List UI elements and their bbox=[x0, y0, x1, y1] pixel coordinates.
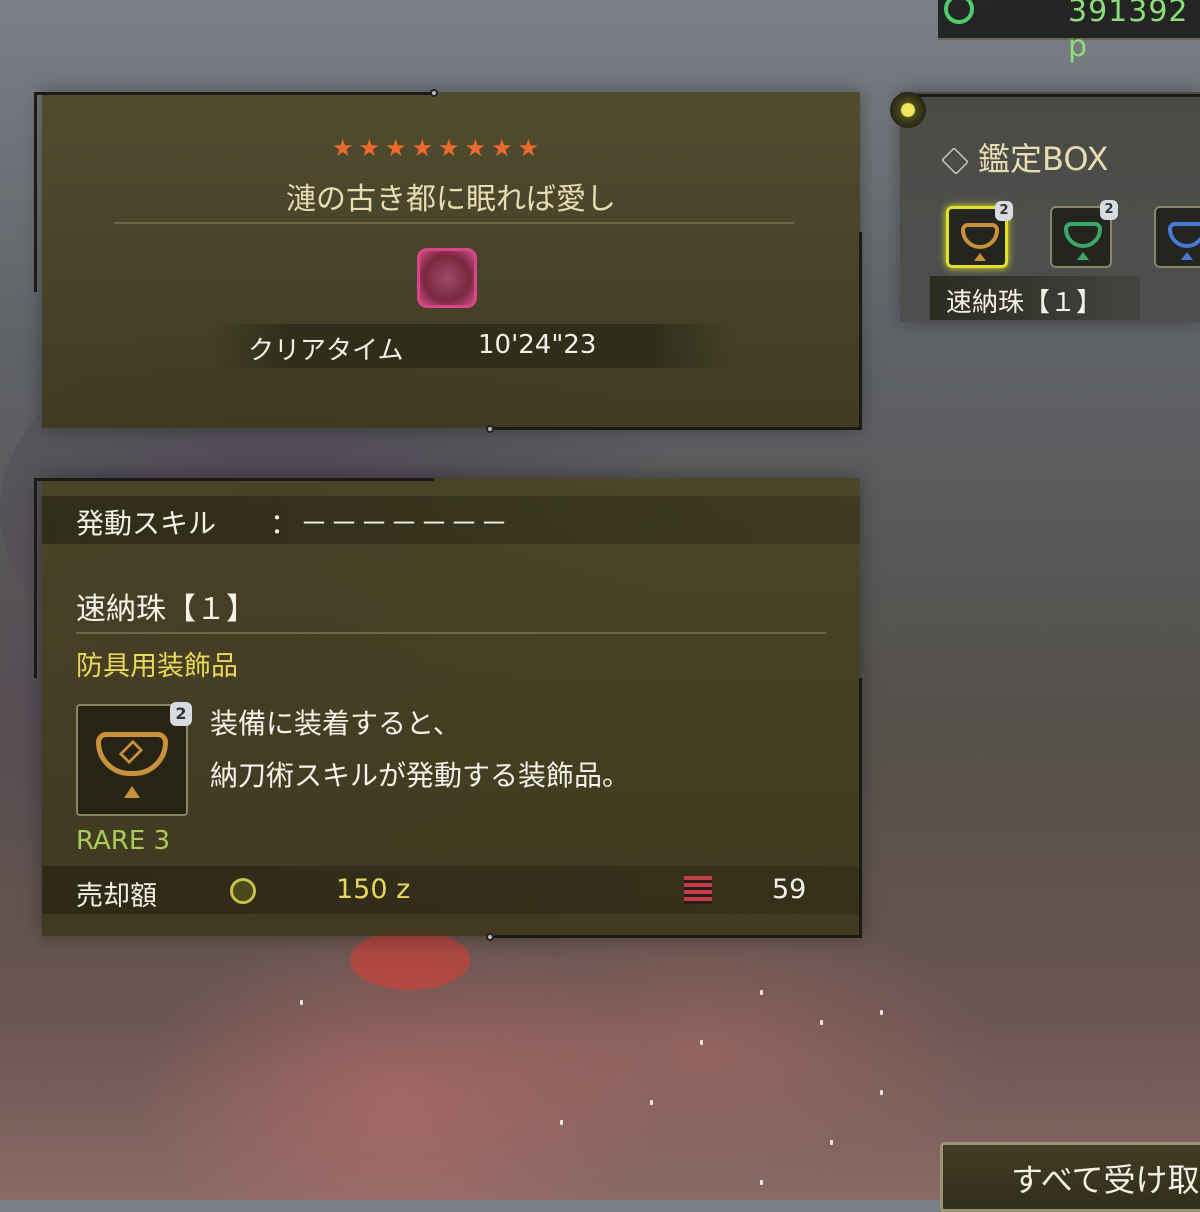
active-skill-row: 発動スキル ：－－－－－－－ bbox=[42, 496, 860, 544]
receive-all-label: すべて受け取る bbox=[1011, 1161, 1200, 1199]
active-skill-label: 発動スキル bbox=[76, 507, 217, 540]
decoration-gem-icon bbox=[96, 732, 168, 776]
appraisal-icon bbox=[941, 147, 969, 175]
appraisal-box-panel: 鑑定BOX 2 2 速納珠【１】 bbox=[890, 92, 1200, 322]
frame-dot bbox=[430, 89, 438, 97]
spark bbox=[300, 1000, 303, 1005]
sell-price-value: 150 z bbox=[336, 874, 411, 905]
quest-result-panel: ★★★★★★★★ 漣の古き都に眠れば愛し クリアタイム 10'24"23 bbox=[34, 89, 862, 433]
frame-right-border bbox=[859, 232, 862, 428]
decoration-gem-icon bbox=[1168, 222, 1200, 248]
name-divider bbox=[76, 632, 826, 634]
spark bbox=[760, 1180, 763, 1185]
decoration-gem-icon bbox=[1064, 222, 1102, 248]
quest-title: 漣の古き都に眠れば愛し bbox=[286, 182, 616, 217]
gem-stand-icon bbox=[1077, 252, 1089, 260]
background-fire-glow bbox=[350, 930, 470, 990]
currency-value: 391392 p bbox=[1068, 0, 1189, 64]
frame-top-border bbox=[910, 94, 1200, 97]
frame-dot bbox=[486, 425, 494, 433]
receive-all-button[interactable]: すべて受け取る bbox=[940, 1142, 1200, 1212]
count-badge: 2 bbox=[1100, 200, 1118, 220]
item-name: 速納珠【１】 bbox=[76, 592, 256, 627]
difficulty-stars: ★★★★★★★★ bbox=[332, 134, 545, 162]
spark bbox=[700, 1040, 703, 1045]
selected-item-label: 速納珠【１】 bbox=[946, 288, 1103, 318]
active-skill-value: ：－－－－－－－ bbox=[270, 507, 511, 540]
sun-ornament-icon bbox=[890, 92, 926, 128]
frame-bottom-border bbox=[492, 427, 862, 430]
zenny-icon bbox=[230, 878, 256, 904]
clear-time-row: クリアタイム 10'24"23 bbox=[212, 324, 732, 368]
spark bbox=[880, 1010, 883, 1015]
decoration-gem-icon bbox=[961, 223, 999, 249]
points-value: 59 bbox=[772, 874, 807, 905]
item-rarity: RARE 3 bbox=[76, 826, 171, 856]
item-detail-panel: 発動スキル ：－－－－－－－ 速納珠【１】 防具用装飾品 2 装備に装着すると、… bbox=[34, 478, 862, 941]
clear-time-value: 10'24"23 bbox=[478, 330, 597, 360]
gem-stand-icon bbox=[974, 253, 986, 261]
frame-bottom-border bbox=[492, 935, 862, 938]
clear-time-label: クリアタイム bbox=[248, 336, 404, 366]
spark bbox=[760, 990, 763, 995]
appraisal-box-title: 鑑定BOX bbox=[978, 140, 1109, 178]
frame-top-border bbox=[34, 478, 434, 481]
item-type: 防具用装飾品 bbox=[76, 651, 238, 682]
frame-left-border bbox=[34, 478, 37, 678]
sell-price-label: 売却額 bbox=[76, 881, 157, 912]
sell-price-row: 売却額 150 z 59 bbox=[42, 866, 860, 914]
gem-stand-icon bbox=[1181, 252, 1193, 260]
spark bbox=[880, 1090, 883, 1095]
appraisal-slot-2[interactable]: 2 bbox=[1050, 200, 1118, 268]
monster-icon bbox=[417, 248, 477, 308]
frame-dot bbox=[486, 933, 494, 941]
spark bbox=[830, 1140, 833, 1145]
currency-bar: 391392 p bbox=[938, 0, 1200, 64]
frame-left-border bbox=[34, 92, 37, 292]
item-icon-box: 2 bbox=[76, 702, 192, 816]
spark bbox=[650, 1100, 653, 1105]
research-points-icon bbox=[944, 0, 974, 24]
gem-stand-icon bbox=[124, 786, 140, 798]
appraisal-slot-1[interactable]: 2 bbox=[946, 201, 1013, 268]
spark bbox=[560, 1120, 563, 1125]
appraisal-slot-3[interactable] bbox=[1154, 206, 1200, 268]
title-divider bbox=[114, 222, 794, 224]
selected-item-row: 速納珠【１】 bbox=[930, 276, 1140, 320]
frame-top-border bbox=[34, 92, 434, 95]
item-description-line1: 装備に装着すると、 bbox=[210, 707, 461, 740]
spark bbox=[820, 1020, 823, 1025]
melding-points-icon bbox=[684, 876, 712, 904]
count-badge: 2 bbox=[170, 702, 192, 726]
count-badge: 2 bbox=[995, 201, 1013, 221]
item-description-line2: 納刀術スキルが発動する装飾品。 bbox=[210, 759, 631, 792]
